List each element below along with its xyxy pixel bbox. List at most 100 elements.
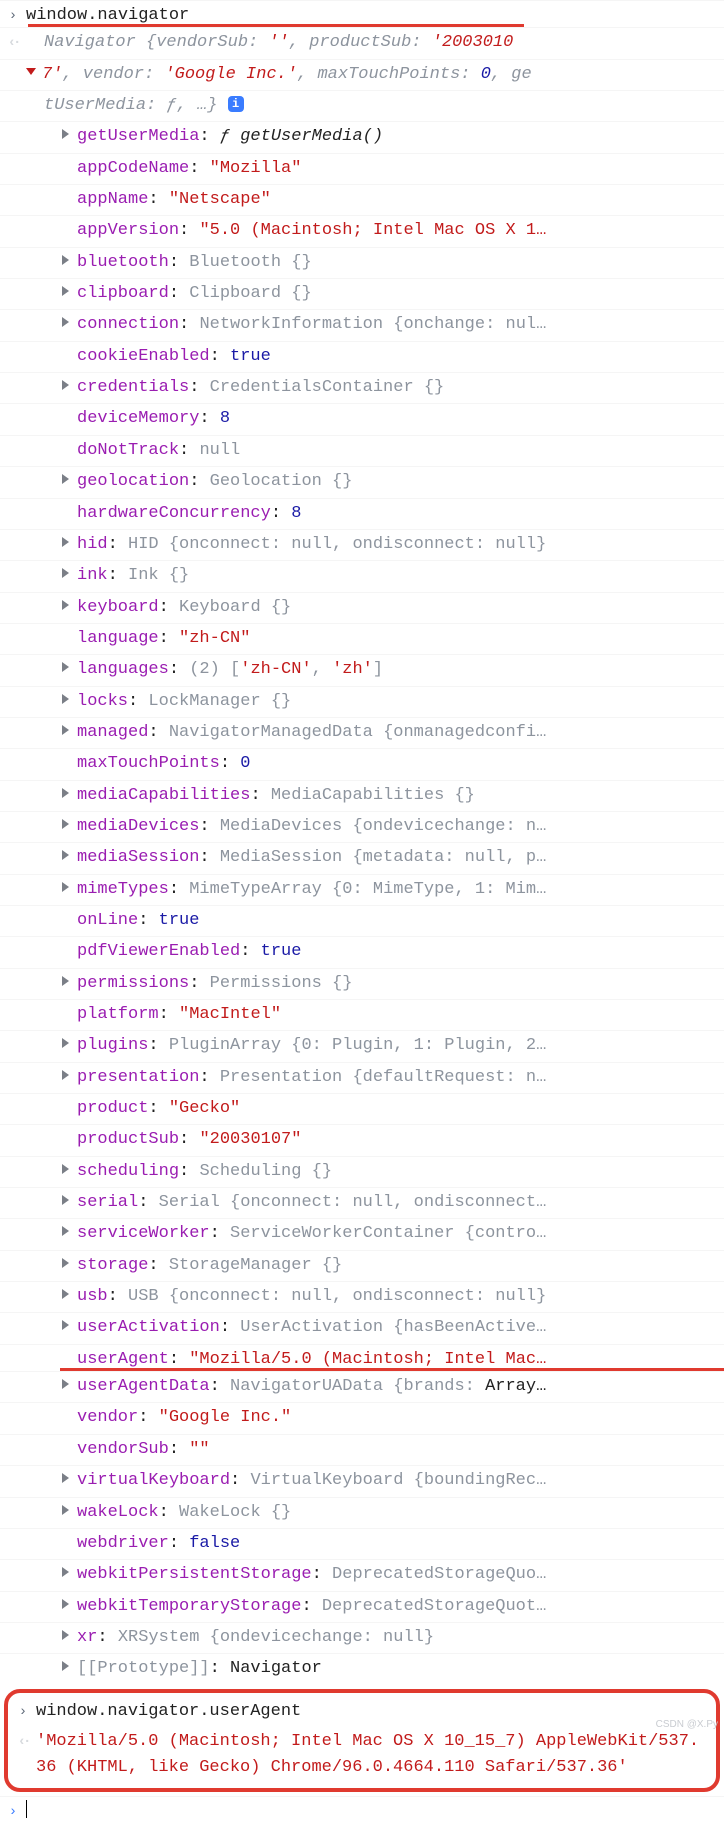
object-property-row[interactable]: keyboard: Keyboard {} bbox=[0, 592, 724, 623]
expand-toggle-icon[interactable] bbox=[62, 1038, 69, 1048]
object-property-row[interactable]: clipboard: Clipboard {} bbox=[0, 278, 724, 309]
property-key: xr bbox=[77, 1628, 97, 1647]
expand-toggle-icon[interactable] bbox=[62, 568, 69, 578]
expand-toggle-icon[interactable] bbox=[62, 1258, 69, 1268]
object-property-row[interactable]: appCodeName: "Mozilla" bbox=[0, 153, 724, 184]
expand-toggle-icon[interactable] bbox=[62, 1567, 69, 1577]
object-property-row[interactable]: product: "Gecko" bbox=[0, 1093, 724, 1124]
expand-toggle-icon[interactable] bbox=[62, 129, 69, 139]
object-property-row[interactable]: hardwareConcurrency: 8 bbox=[0, 498, 724, 529]
expand-toggle-icon[interactable] bbox=[62, 600, 69, 610]
object-property-row[interactable]: appVersion: "5.0 (Macintosh; Intel Mac O… bbox=[0, 215, 724, 246]
object-property-row[interactable]: locks: LockManager {} bbox=[0, 686, 724, 717]
object-property-row[interactable]: [[Prototype]]: Navigator bbox=[0, 1653, 724, 1684]
expand-toggle-icon[interactable] bbox=[62, 1599, 69, 1609]
object-property-row[interactable]: hid: HID {onconnect: null, ondisconnect:… bbox=[0, 529, 724, 560]
object-property-row[interactable]: xr: XRSystem {ondevicechange: null} bbox=[0, 1622, 724, 1653]
property-value: "Mozilla" bbox=[210, 159, 302, 178]
object-property-row[interactable]: platform: "MacIntel" bbox=[0, 999, 724, 1030]
expand-toggle-icon[interactable] bbox=[62, 788, 69, 798]
object-property-row[interactable]: mimeTypes: MimeTypeArray {0: MimeType, 1… bbox=[0, 874, 724, 905]
object-property-row[interactable]: storage: StorageManager {} bbox=[0, 1250, 724, 1281]
expand-toggle-icon[interactable] bbox=[62, 976, 69, 986]
object-property-row[interactable]: appName: "Netscape" bbox=[0, 184, 724, 215]
object-property-row[interactable]: vendor: "Google Inc." bbox=[0, 1402, 724, 1433]
active-input[interactable] bbox=[26, 1799, 724, 1825]
object-property-row[interactable]: bluetooth: Bluetooth {} bbox=[0, 247, 724, 278]
console-output-row[interactable]: ‹· Navigator {vendorSub: '', productSub:… bbox=[0, 27, 724, 58]
property-key: webkitTemporaryStorage bbox=[77, 1597, 301, 1616]
object-property-row[interactable]: onLine: true bbox=[0, 905, 724, 936]
expand-toggle-icon[interactable] bbox=[62, 474, 69, 484]
console-input-row[interactable]: › window.navigator.userAgent bbox=[10, 1697, 714, 1727]
expand-toggle-icon[interactable] bbox=[62, 1164, 69, 1174]
expand-toggle-icon[interactable] bbox=[62, 1070, 69, 1080]
object-property-row[interactable]: cookieEnabled: true bbox=[0, 341, 724, 372]
expand-toggle-icon[interactable] bbox=[62, 1473, 69, 1483]
expand-toggle-icon[interactable] bbox=[62, 255, 69, 265]
object-property-row[interactable]: presentation: Presentation {defaultReque… bbox=[0, 1062, 724, 1093]
property-key: languages bbox=[77, 660, 169, 679]
expand-toggle-icon[interactable] bbox=[62, 819, 69, 829]
object-property-row[interactable]: userAgentData: NavigatorUAData {brands: … bbox=[0, 1371, 724, 1402]
object-property-row[interactable]: mediaCapabilities: MediaCapabilities {} bbox=[0, 780, 724, 811]
object-property-row[interactable]: productSub: "20030107" bbox=[0, 1124, 724, 1155]
expand-toggle-icon[interactable] bbox=[62, 725, 69, 735]
object-property-row[interactable]: userActivation: UserActivation {hasBeenA… bbox=[0, 1312, 724, 1343]
expand-toggle-icon[interactable] bbox=[62, 1661, 69, 1671]
object-property-row[interactable]: wakeLock: WakeLock {} bbox=[0, 1497, 724, 1528]
expand-toggle-icon[interactable] bbox=[62, 1505, 69, 1515]
expand-toggle-icon[interactable] bbox=[62, 1320, 69, 1330]
object-property-row[interactable]: webdriver: false bbox=[0, 1528, 724, 1559]
console-input-row[interactable]: › window.navigator bbox=[0, 0, 724, 31]
object-property-row[interactable]: serviceWorker: ServiceWorkerContainer {c… bbox=[0, 1218, 724, 1249]
object-property-row[interactable]: ink: Ink {} bbox=[0, 560, 724, 591]
object-property-row[interactable]: pdfViewerEnabled: true bbox=[0, 936, 724, 967]
expand-toggle-icon[interactable] bbox=[62, 286, 69, 296]
expand-toggle-icon[interactable] bbox=[62, 850, 69, 860]
expand-toggle-icon[interactable] bbox=[62, 380, 69, 390]
object-property-row[interactable]: vendorSub: "" bbox=[0, 1434, 724, 1465]
expand-toggle-icon[interactable] bbox=[62, 1289, 69, 1299]
object-property-row[interactable]: usb: USB {onconnect: null, ondisconnect:… bbox=[0, 1281, 724, 1312]
property-value: NavigatorUAData {brands: bbox=[230, 1377, 485, 1396]
object-property-row[interactable]: connection: NetworkInformation {onchange… bbox=[0, 309, 724, 340]
object-property-row[interactable]: deviceMemory: 8 bbox=[0, 403, 724, 434]
object-property-row[interactable]: mediaSession: MediaSession {metadata: nu… bbox=[0, 842, 724, 873]
object-property-row[interactable]: mediaDevices: MediaDevices {ondevicechan… bbox=[0, 811, 724, 842]
expand-toggle-icon[interactable] bbox=[62, 317, 69, 327]
object-property-row[interactable]: userAgent: "Mozilla/5.0 (Macintosh; Inte… bbox=[0, 1344, 724, 1375]
property-key: userAgent bbox=[77, 1350, 169, 1369]
object-property-row[interactable]: doNotTrack: null bbox=[0, 435, 724, 466]
info-icon[interactable]: i bbox=[228, 96, 244, 112]
console-input-row[interactable]: › bbox=[0, 1796, 724, 1827]
expand-toggle-icon[interactable] bbox=[62, 662, 69, 672]
expand-toggle-icon[interactable] bbox=[62, 694, 69, 704]
property-value: ServiceWorkerContainer {contro… bbox=[230, 1224, 546, 1243]
object-property-row[interactable]: geolocation: Geolocation {} bbox=[0, 466, 724, 497]
object-property-row[interactable]: permissions: Permissions {} bbox=[0, 968, 724, 999]
object-property-row[interactable]: scheduling: Scheduling {} bbox=[0, 1156, 724, 1187]
property-key: scheduling bbox=[77, 1162, 179, 1181]
expand-toggle-icon[interactable] bbox=[62, 1226, 69, 1236]
object-property-row[interactable]: webkitPersistentStorage: DeprecatedStora… bbox=[0, 1559, 724, 1590]
object-property-row[interactable]: language: "zh-CN" bbox=[0, 623, 724, 654]
expand-toggle-icon[interactable] bbox=[62, 537, 69, 547]
object-property-row[interactable]: webkitTemporaryStorage: DeprecatedStorag… bbox=[0, 1591, 724, 1622]
expand-toggle-icon[interactable] bbox=[62, 1195, 69, 1205]
object-property-row[interactable]: plugins: PluginArray {0: Plugin, 1: Plug… bbox=[0, 1030, 724, 1061]
expand-toggle-icon[interactable] bbox=[62, 1630, 69, 1640]
console-input-text: window.navigator.userAgent bbox=[36, 1699, 714, 1725]
object-property-row[interactable]: serial: Serial {onconnect: null, ondisco… bbox=[0, 1187, 724, 1218]
expand-toggle-icon[interactable] bbox=[26, 68, 36, 75]
expand-toggle-icon[interactable] bbox=[62, 1379, 69, 1389]
object-property-row[interactable]: languages: (2) ['zh-CN', 'zh'] bbox=[0, 654, 724, 685]
property-value: "" bbox=[189, 1440, 209, 1459]
object-property-row[interactable]: getUserMedia: ƒ getUserMedia() bbox=[0, 121, 724, 152]
object-property-row[interactable]: maxTouchPoints: 0 bbox=[0, 748, 724, 779]
expand-toggle-icon[interactable] bbox=[62, 882, 69, 892]
object-property-row[interactable]: credentials: CredentialsContainer {} bbox=[0, 372, 724, 403]
object-property-row[interactable]: managed: NavigatorManagedData {onmanaged… bbox=[0, 717, 724, 748]
object-property-row[interactable]: virtualKeyboard: VirtualKeyboard {boundi… bbox=[0, 1465, 724, 1496]
property-value: CredentialsContainer {} bbox=[210, 378, 445, 397]
